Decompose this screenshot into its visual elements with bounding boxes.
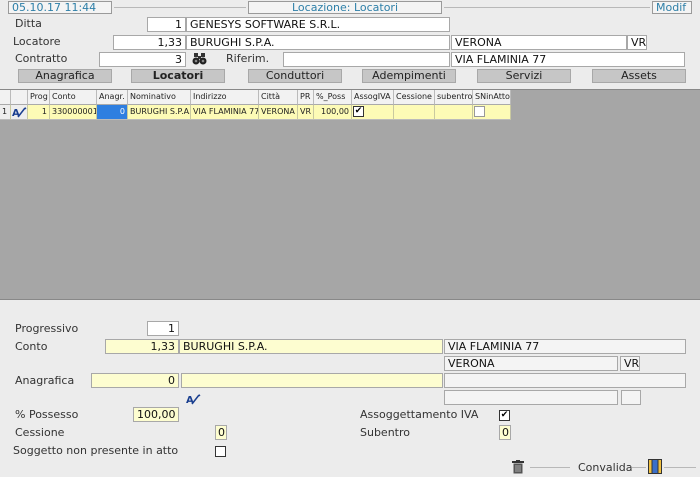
soggetto-checkbox[interactable]: [215, 446, 226, 457]
grid-header-citta[interactable]: Città: [259, 90, 298, 105]
edit-pencil-icon[interactable]: A: [185, 392, 201, 406]
confirm-icon[interactable]: [648, 459, 662, 474]
grid-cell-conto[interactable]: 330000001: [50, 105, 97, 120]
grid-header-assogiva[interactable]: AssogIVA: [352, 90, 394, 105]
footer-divider: [530, 467, 570, 468]
tab-locatori[interactable]: Locatori: [131, 69, 225, 83]
contratto-address-field[interactable]: VIA FLAMINIA 77: [451, 52, 685, 67]
mode-indicator: Modif: [652, 1, 692, 14]
binoculars-icon[interactable]: [192, 52, 207, 66]
contratto-label: Contratto: [15, 52, 68, 65]
ditta-name-field[interactable]: GENESYS SOFTWARE S.R.L.: [186, 17, 450, 32]
cessione-field[interactable]: 0: [215, 425, 227, 440]
grid-cell-cessione[interactable]: [394, 105, 435, 120]
datetime-display: 05.10.17 11:44: [8, 1, 112, 14]
sninatto-checkbox[interactable]: [474, 106, 485, 117]
assoggettamento-label: Assoggettamento IVA: [360, 408, 479, 421]
tab-assets[interactable]: Assets: [592, 69, 686, 83]
conto-name-field[interactable]: BURUGHI S.P.A.: [179, 339, 443, 354]
possesso-label: % Possesso: [15, 408, 79, 421]
grid-header-pr[interactable]: PR: [298, 90, 314, 105]
grid-cell-anagr[interactable]: 0: [97, 105, 128, 120]
grid-cell-assogiva[interactable]: ✔: [352, 105, 394, 120]
grid-row-number[interactable]: 1: [0, 105, 11, 120]
footer-divider: [664, 467, 696, 468]
subentro-field[interactable]: 0: [499, 425, 511, 440]
grid-cell-poss[interactable]: 100,00: [314, 105, 352, 120]
anagrafica-address-field[interactable]: [444, 373, 686, 388]
grid-cell-prog[interactable]: 1: [28, 105, 50, 120]
grid-header-cessione[interactable]: Cessione: [394, 90, 435, 105]
grid-header-sninatto[interactable]: SNinAtto: [473, 90, 511, 105]
grid-cell-sninatto[interactable]: [473, 105, 511, 120]
conto-city-field[interactable]: VERONA: [444, 356, 618, 371]
edit-pencil-icon[interactable]: A: [11, 105, 28, 120]
grid-header-rownum: [0, 90, 11, 105]
grid-header-conto[interactable]: Conto: [50, 90, 97, 105]
tab-conduttori[interactable]: Conduttori: [248, 69, 342, 83]
grid-header-subentro[interactable]: subentro: [435, 90, 473, 105]
ditta-label: Ditta: [15, 17, 42, 30]
grid-cell-subentro[interactable]: [435, 105, 473, 120]
conto-prov-field[interactable]: VR: [620, 356, 640, 371]
progressivo-field[interactable]: 1: [147, 321, 179, 336]
possesso-field[interactable]: 100,00: [133, 407, 179, 422]
locatore-name-field[interactable]: BURUGHI S.P.A.: [186, 35, 450, 50]
cessione-label: Cessione: [15, 426, 65, 439]
grid-header-prog[interactable]: Prog: [28, 90, 50, 105]
locatore-city-field[interactable]: VERONA: [451, 35, 627, 50]
anagrafica-name-field[interactable]: [181, 373, 443, 388]
locatori-grid[interactable]: Prog Conto Anagr. Nominativo Indirizzo C…: [0, 89, 700, 300]
trash-icon[interactable]: [512, 460, 524, 474]
ditta-code-field[interactable]: 1: [147, 17, 186, 32]
grid-header-anagr[interactable]: Anagr.: [97, 90, 128, 105]
conto-address-field[interactable]: VIA FLAMINIA 77: [444, 339, 686, 354]
riferim-field[interactable]: [283, 52, 450, 67]
header-divider: [114, 7, 246, 8]
anagrafica-code-field[interactable]: 0: [91, 373, 179, 388]
grid-header-poss[interactable]: %_Poss: [314, 90, 352, 105]
contratto-code-field[interactable]: 3: [99, 52, 186, 67]
anagrafica-label: Anagrafica: [15, 374, 75, 387]
grid-cell-pr[interactable]: VR: [298, 105, 314, 120]
grid-header-icon: [11, 90, 28, 105]
anagrafica-prov-field[interactable]: [621, 390, 641, 405]
progressivo-label: Progressivo: [15, 322, 79, 335]
subentro-label: Subentro: [360, 426, 410, 439]
tab-adempimenti[interactable]: Adempimenti: [362, 69, 456, 83]
convalida-label: Convalida: [578, 461, 633, 474]
window-title: Locazione: Locatori: [248, 1, 442, 14]
footer-divider: [632, 467, 646, 468]
grid-cell-nominativo[interactable]: BURUGHI S.P.A.: [128, 105, 191, 120]
assogiva-checkbox[interactable]: ✔: [353, 106, 364, 117]
anagrafica-city-field[interactable]: [444, 390, 618, 405]
locatore-code-field[interactable]: 1,33: [113, 35, 186, 50]
assoggettamento-checkbox[interactable]: ✔: [499, 410, 510, 421]
riferim-label: Riferim.: [226, 52, 270, 65]
soggetto-label: Soggetto non presente in atto: [13, 444, 179, 457]
tab-servizi[interactable]: Servizi: [477, 69, 571, 83]
grid-cell-citta[interactable]: VERONA: [259, 105, 298, 120]
conto-code-field[interactable]: 1,33: [105, 339, 179, 354]
grid-cell-indirizzo[interactable]: VIA FLAMINIA 77: [191, 105, 259, 120]
grid-header-indirizzo[interactable]: Indirizzo: [191, 90, 259, 105]
svg-text:A: A: [12, 108, 20, 119]
tab-anagrafica[interactable]: Anagrafica: [18, 69, 112, 83]
svg-text:A: A: [186, 395, 194, 406]
locatore-prov-field[interactable]: VR: [627, 35, 647, 50]
locatore-label: Locatore: [13, 35, 61, 48]
grid-header-nominativo[interactable]: Nominativo: [128, 90, 191, 105]
header-divider: [444, 7, 650, 8]
conto-label: Conto: [15, 340, 48, 353]
